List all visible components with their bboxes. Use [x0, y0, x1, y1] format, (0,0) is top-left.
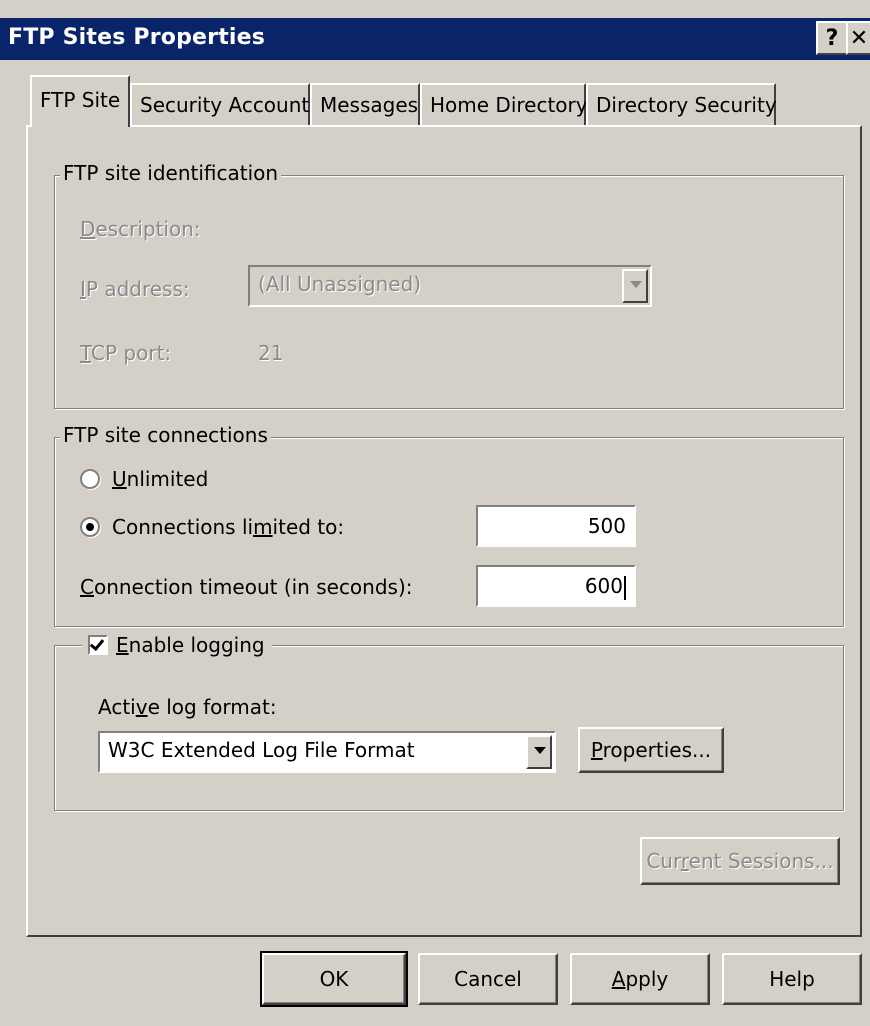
apply-button[interactable]: Apply [570, 953, 710, 1005]
tab-label: Home Directory [430, 93, 588, 117]
tcp-port-value: 21 [258, 341, 284, 365]
ip-address-label: IP address: [80, 277, 190, 301]
tab-label: Directory Security [596, 93, 777, 117]
tcp-port-label: TCP port: [80, 341, 172, 365]
tab-ftp-site[interactable]: FTP Site [30, 75, 130, 127]
tab-messages[interactable]: Messages [310, 83, 420, 125]
logging-legend: Enable logging [82, 631, 272, 661]
logging-group [54, 645, 844, 811]
properties-button[interactable]: Properties... [578, 727, 724, 773]
checkmark-icon [89, 635, 105, 652]
close-button[interactable]: ✕ [846, 21, 870, 55]
enable-logging-label[interactable]: Enable logging [116, 633, 265, 657]
log-format-dropdown-button[interactable] [526, 735, 552, 769]
text-caret [624, 575, 626, 600]
connections-limited-radio[interactable] [80, 517, 100, 537]
identification-legend: FTP site identification [60, 161, 282, 185]
tab-label: FTP Site [40, 88, 121, 112]
description-label: Description: [80, 217, 201, 241]
connections-limited-label[interactable]: Connections limited to: [112, 515, 344, 539]
help-dialog-button[interactable]: Help [722, 953, 862, 1005]
radio-selected-dot [86, 523, 94, 531]
connections-limit-input[interactable]: 500 [476, 505, 636, 547]
ip-address-combo[interactable]: (All Unassigned) [248, 265, 652, 307]
connection-timeout-input[interactable]: 600 [476, 565, 636, 607]
tab-label: Messages [320, 93, 419, 117]
ok-button[interactable]: OK [260, 951, 408, 1007]
current-sessions-button[interactable]: Current Sessions... [640, 837, 840, 885]
ip-address-dropdown-button[interactable] [622, 269, 648, 303]
dialog-title: FTP Sites Properties [8, 25, 266, 50]
properties-dialog: FTP Sites Properties ? ✕ FTP Site Securi… [0, 0, 870, 1026]
cancel-button[interactable]: Cancel [418, 953, 558, 1005]
title-bar[interactable]: FTP Sites Properties ? ✕ [0, 18, 870, 60]
close-icon: ✕ [849, 26, 869, 51]
connections-legend: FTP site connections [60, 423, 271, 447]
help-button[interactable]: ? [816, 21, 848, 55]
chevron-down-icon [630, 281, 642, 288]
ip-address-value: (All Unassigned) [258, 272, 422, 296]
active-log-format-label: Active log format: [98, 695, 277, 719]
tab-security-accounts[interactable]: Security Accounts [130, 83, 320, 125]
help-icon: ? [825, 26, 839, 51]
tab-label: Security Accounts [140, 93, 320, 117]
connection-timeout-label: Connection timeout (in seconds): [80, 575, 413, 599]
connection-timeout-value: 600 [584, 574, 623, 598]
chevron-down-icon [534, 747, 546, 754]
tab-home-directory[interactable]: Home Directory [420, 83, 588, 125]
tab-directory-security[interactable]: Directory Security [586, 83, 777, 125]
unlimited-radio[interactable] [80, 469, 100, 489]
enable-logging-checkbox[interactable] [88, 635, 108, 655]
unlimited-label[interactable]: Unlimited [112, 467, 208, 491]
log-format-combo[interactable]: W3C Extended Log File Format [98, 731, 556, 773]
tab-panel-ftp-site: FTP site identification Description: IP … [26, 125, 862, 937]
log-format-value: W3C Extended Log File Format [108, 738, 415, 762]
